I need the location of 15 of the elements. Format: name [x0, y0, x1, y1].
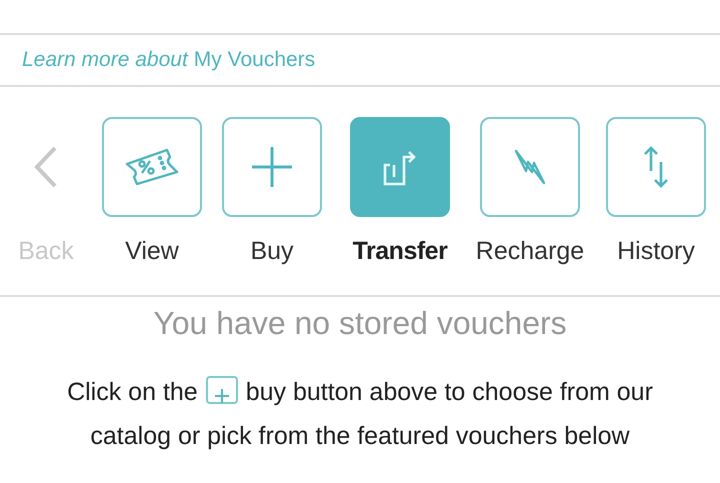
- action-button[interactable]: Transfer: [332, 87, 468, 295]
- action-button[interactable]: View: [92, 87, 212, 295]
- ticket-icon: [123, 148, 181, 186]
- action-button[interactable]: History: [592, 87, 720, 295]
- action-button[interactable]: Buy: [212, 87, 332, 295]
- instruction-text: buy button above to choose from our: [246, 378, 653, 406]
- empty-state-title: You have no stored vouchers: [152, 305, 568, 342]
- lightning-icon: [513, 147, 547, 187]
- action-button[interactable]: Recharge: [468, 87, 592, 295]
- plus-icon: [251, 146, 293, 188]
- learn-more-text: Learn more about: [22, 48, 188, 72]
- instruction-text: Click on the: [67, 378, 198, 406]
- plus-box-icon: [206, 376, 238, 404]
- instruction-text: catalog or pick from the featured vouchers below: [90, 422, 630, 450]
- back-chevron-icon: [33, 145, 59, 189]
